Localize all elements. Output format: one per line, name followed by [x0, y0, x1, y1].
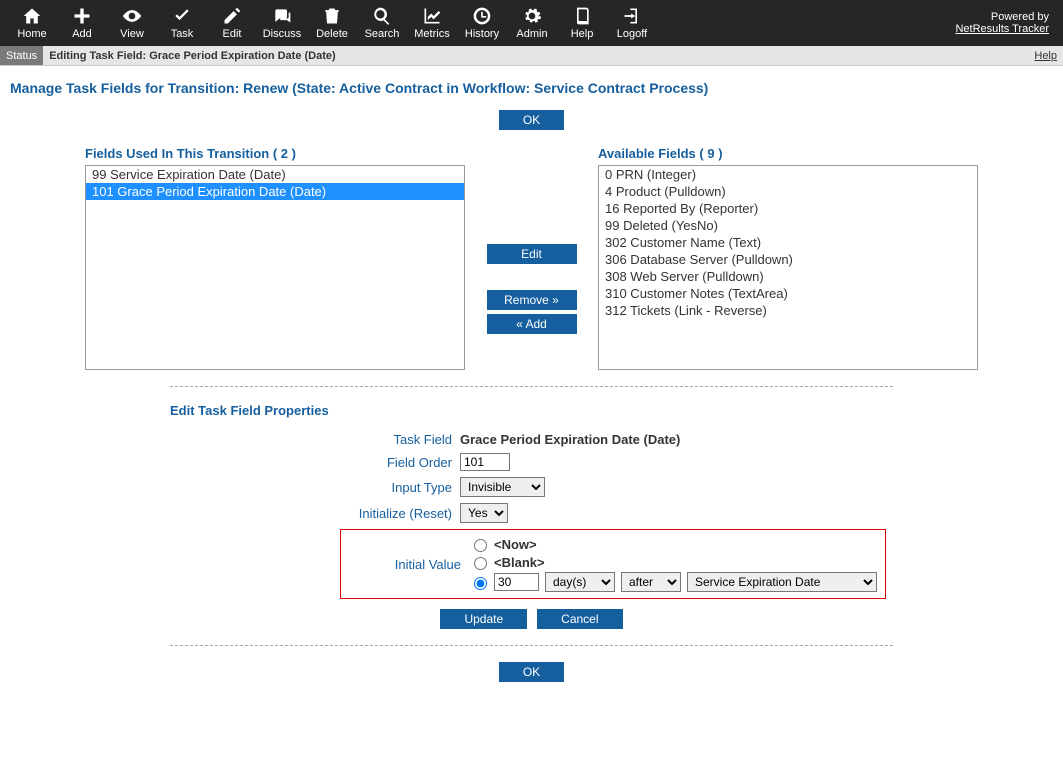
list-item[interactable]: 312 Tickets (Link - Reverse) — [599, 302, 977, 319]
product-link[interactable]: NetResults Tracker — [955, 23, 1049, 35]
page-title: Manage Task Fields for Transition: Renew… — [0, 66, 1063, 102]
radio-relative[interactable] — [474, 577, 487, 590]
toolbar-delete[interactable]: Delete — [308, 6, 356, 40]
toolbar-label: Admin — [516, 28, 547, 40]
toolbar-view[interactable]: View — [108, 6, 156, 40]
transfer-buttons: Edit Remove » « Add — [485, 208, 578, 370]
list-item[interactable]: 306 Database Server (Pulldown) — [599, 251, 977, 268]
toolbar-edit[interactable]: Edit — [208, 6, 256, 40]
status-label: Status — [0, 46, 43, 65]
relation-select[interactable]: after — [621, 572, 681, 592]
cancel-button[interactable]: Cancel — [537, 609, 622, 629]
toolbar-home[interactable]: Home — [8, 6, 56, 40]
initial-value-relative-row: day(s) after Service Expiration Date — [469, 572, 877, 592]
toolbar-metrics[interactable]: Metrics — [408, 6, 456, 40]
list-item[interactable]: 302 Customer Name (Text) — [599, 234, 977, 251]
used-fields-title: Fields Used In This Transition ( 2 ) — [85, 146, 465, 161]
offset-input[interactable] — [494, 573, 539, 591]
list-item[interactable]: 0 PRN (Integer) — [599, 166, 977, 183]
list-item[interactable]: 101 Grace Period Expiration Date (Date) — [86, 183, 464, 200]
search-icon — [372, 6, 392, 26]
input-type-label: Input Type — [170, 480, 460, 495]
toolbar-logoff[interactable]: Logoff — [608, 6, 656, 40]
list-item[interactable]: 99 Deleted (YesNo) — [599, 217, 977, 234]
available-fields-title: Available Fields ( 9 ) — [598, 146, 978, 161]
field-order-label: Field Order — [170, 455, 460, 470]
toolbar-label: Metrics — [414, 28, 449, 40]
list-item[interactable]: 308 Web Server (Pulldown) — [599, 268, 977, 285]
field-order-input[interactable] — [460, 453, 510, 471]
status-text: Editing Task Field: Grace Period Expirat… — [43, 50, 341, 62]
toolbar-label: History — [465, 28, 499, 40]
task-field-label: Task Field — [170, 432, 460, 447]
ok-button-top[interactable]: OK — [499, 110, 564, 130]
edit-properties-section: Edit Task Field Properties Task Field Gr… — [0, 403, 1063, 629]
properties-title: Edit Task Field Properties — [170, 403, 893, 418]
logoff-icon — [622, 6, 642, 26]
eye-icon — [122, 6, 142, 26]
help-link[interactable]: Help — [1034, 50, 1057, 62]
plus-icon — [72, 6, 92, 26]
initialize-label: Initialize (Reset) — [170, 506, 460, 521]
remove-button[interactable]: Remove » — [487, 290, 577, 310]
available-fields-listbox[interactable]: 0 PRN (Integer)4 Product (Pulldown)16 Re… — [598, 165, 978, 370]
toolbar-search[interactable]: Search — [358, 6, 406, 40]
task-field-value: Grace Period Expiration Date (Date) — [460, 432, 680, 447]
initialize-select[interactable]: Yes — [460, 503, 508, 523]
toolbar-items: Home Add View Task Edit Discuss Delete — [8, 6, 656, 40]
reference-select[interactable]: Service Expiration Date — [687, 572, 877, 592]
gear-icon — [522, 6, 542, 26]
ok-button-bottom[interactable]: OK — [499, 662, 564, 682]
status-bar: Status Editing Task Field: Grace Period … — [0, 46, 1063, 66]
radio-now-label: <Now> — [494, 537, 537, 552]
radio-blank[interactable] — [474, 557, 487, 570]
field-panels: Fields Used In This Transition ( 2 ) 99 … — [0, 138, 1063, 370]
powered-by-text: Powered by — [955, 11, 1049, 23]
edit-button[interactable]: Edit — [487, 244, 577, 264]
toolbar-label: Edit — [223, 28, 242, 40]
input-type-select[interactable]: Invisible — [460, 477, 545, 497]
radio-now[interactable] — [474, 539, 487, 552]
main-toolbar: Home Add View Task Edit Discuss Delete — [0, 0, 1063, 46]
toolbar-label: Help — [571, 28, 594, 40]
divider — [170, 386, 893, 387]
toolbar-label: View — [120, 28, 144, 40]
pencil-icon — [222, 6, 242, 26]
list-item[interactable]: 99 Service Expiration Date (Date) — [86, 166, 464, 183]
toolbar-task[interactable]: Task — [158, 6, 206, 40]
toolbar-label: Task — [171, 28, 194, 40]
toolbar-label: Add — [72, 28, 92, 40]
toolbar-admin[interactable]: Admin — [508, 6, 556, 40]
check-icon — [172, 6, 192, 26]
book-icon — [572, 6, 592, 26]
list-item[interactable]: 4 Product (Pulldown) — [599, 183, 977, 200]
toolbar-history[interactable]: History — [458, 6, 506, 40]
toolbar-powered-by: Powered by NetResults Tracker — [955, 11, 1055, 35]
toolbar-discuss[interactable]: Discuss — [258, 6, 306, 40]
toolbar-label: Delete — [316, 28, 348, 40]
divider-bottom — [170, 645, 893, 646]
toolbar-label: Logoff — [617, 28, 647, 40]
list-item[interactable]: 16 Reported By (Reporter) — [599, 200, 977, 217]
chat-icon — [272, 6, 292, 26]
used-fields-listbox[interactable]: 99 Service Expiration Date (Date)101 Gra… — [85, 165, 465, 370]
initial-value-blank-row[interactable]: <Blank> — [469, 554, 877, 570]
initial-value-now-row[interactable]: <Now> — [469, 536, 877, 552]
toolbar-help[interactable]: Help — [558, 6, 606, 40]
chart-icon — [422, 6, 442, 26]
toolbar-label: Home — [17, 28, 46, 40]
initial-value-label: Initial Value — [349, 557, 469, 572]
update-button[interactable]: Update — [440, 609, 527, 629]
toolbar-label: Search — [365, 28, 400, 40]
unit-select[interactable]: day(s) — [545, 572, 615, 592]
toolbar-add[interactable]: Add — [58, 6, 106, 40]
clock-icon — [472, 6, 492, 26]
trash-icon — [322, 6, 342, 26]
add-button[interactable]: « Add — [487, 314, 577, 334]
list-item[interactable]: 310 Customer Notes (TextArea) — [599, 285, 977, 302]
radio-blank-label: <Blank> — [494, 555, 545, 570]
toolbar-label: Discuss — [263, 28, 302, 40]
home-icon — [22, 6, 42, 26]
